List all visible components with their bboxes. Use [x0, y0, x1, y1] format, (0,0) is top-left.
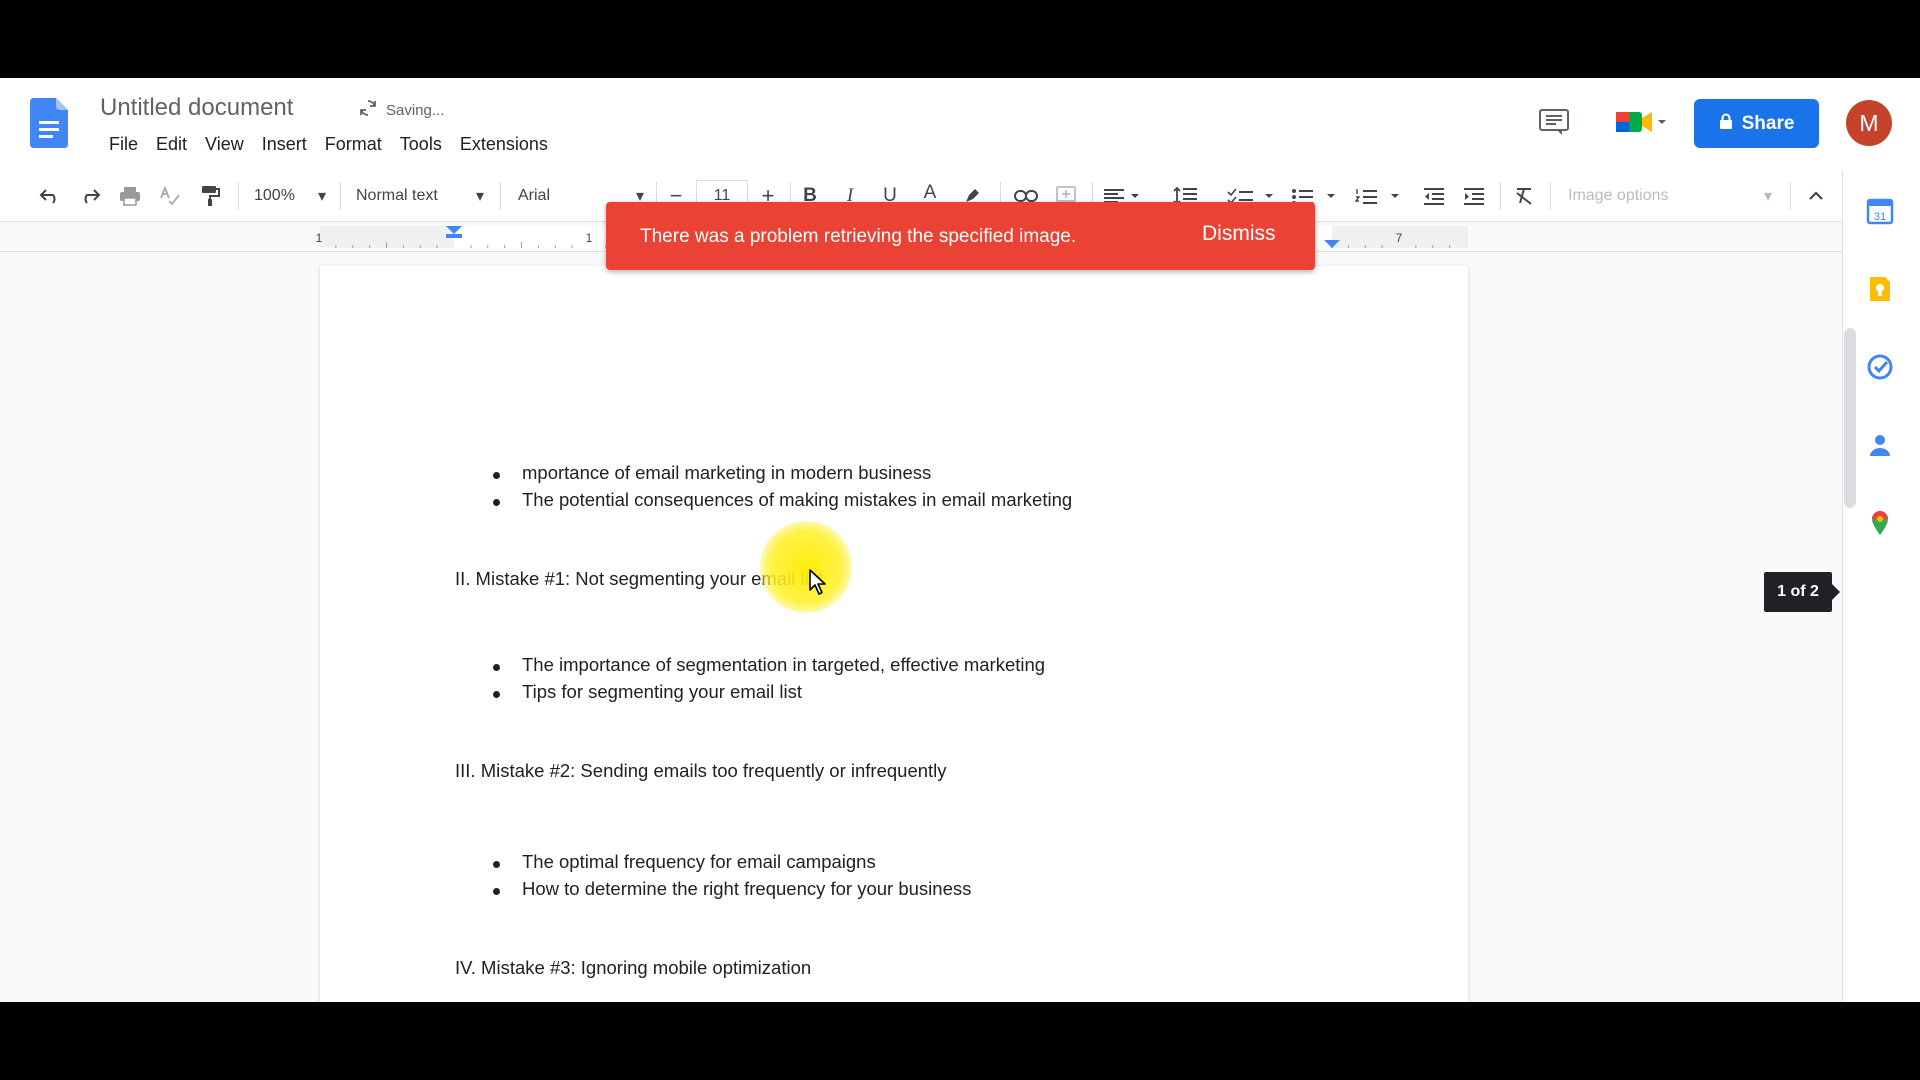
- collapse-menus-icon[interactable]: [1800, 170, 1832, 222]
- google-docs-window: Untitled document Saving... File Edit Vi…: [0, 78, 1920, 1002]
- cursor-highlight: [760, 521, 852, 613]
- share-button[interactable]: Share: [1694, 99, 1819, 148]
- toolbar-divider: [1790, 182, 1791, 210]
- undo-icon[interactable]: [34, 170, 66, 222]
- spellcheck-icon[interactable]: [154, 170, 186, 222]
- menu-view[interactable]: View: [196, 132, 253, 157]
- bullet-marker: [493, 888, 500, 895]
- mouse-pointer-icon: [808, 568, 828, 601]
- text-color-label: A: [923, 182, 937, 203]
- bullet-marker: [493, 664, 500, 671]
- redo-icon[interactable]: [74, 170, 106, 222]
- toolbar-divider: [500, 182, 501, 210]
- docs-logo-icon[interactable]: [30, 98, 68, 148]
- keep-icon[interactable]: [1865, 274, 1895, 304]
- sync-icon: [358, 98, 378, 122]
- list-item[interactable]: The optimal frequency for email campaign…: [522, 851, 876, 873]
- contacts-icon[interactable]: [1865, 430, 1895, 460]
- zoom-value: 100%: [254, 187, 295, 204]
- font-value: Arial: [518, 187, 551, 204]
- caret-down-icon: ▾: [1763, 188, 1772, 205]
- decrease-indent-icon[interactable]: [1418, 170, 1450, 222]
- screen: Untitled document Saving... File Edit Vi…: [0, 0, 1920, 1080]
- ruler-number: 7: [1396, 231, 1403, 245]
- section-heading[interactable]: III. Mistake #2: Sending emails too freq…: [455, 760, 947, 782]
- style-select[interactable]: Normal text ▾: [352, 170, 488, 222]
- maps-icon[interactable]: [1865, 508, 1895, 538]
- ruler-number: 1: [586, 231, 593, 245]
- menu-extensions[interactable]: Extensions: [451, 132, 557, 157]
- document-canvas: mportance of email marketing in modern b…: [20, 252, 1856, 1002]
- scrollbar-thumb[interactable]: [1844, 328, 1856, 508]
- meet-icon[interactable]: [1614, 106, 1668, 138]
- share-label: Share: [1741, 112, 1795, 134]
- toolbar-divider: [1550, 182, 1551, 210]
- style-value: Normal text: [356, 187, 438, 204]
- header: Untitled document Saving... File Edit Vi…: [0, 78, 1920, 170]
- zoom-select[interactable]: 100% ▾: [250, 170, 330, 222]
- calendar-icon[interactable]: 31: [1865, 196, 1895, 226]
- list-item[interactable]: The potential consequences of making mis…: [522, 489, 1072, 511]
- saving-label: Saving...: [386, 101, 445, 119]
- tasks-icon[interactable]: [1865, 352, 1895, 382]
- numbered-list-icon[interactable]: [1354, 170, 1406, 222]
- document-title[interactable]: Untitled document: [100, 94, 293, 122]
- clear-formatting-icon[interactable]: [1508, 170, 1540, 222]
- bullet-marker: [493, 499, 500, 506]
- toolbar-divider: [238, 182, 239, 210]
- ruler-number: 1: [316, 231, 323, 245]
- list-item[interactable]: The importance of segmentation in target…: [522, 654, 1045, 676]
- dismiss-button[interactable]: Dismiss: [1202, 222, 1276, 246]
- menu-file[interactable]: File: [100, 132, 147, 157]
- print-icon[interactable]: [114, 170, 146, 222]
- list-item[interactable]: Tips for segmenting your email list: [522, 681, 802, 703]
- saving-status: Saving...: [358, 98, 444, 122]
- document-page[interactable]: mportance of email marketing in modern b…: [320, 266, 1468, 1002]
- toolbar-divider: [340, 182, 341, 210]
- bullet-marker: [493, 861, 500, 868]
- list-item[interactable]: mportance of email marketing in modern b…: [522, 462, 931, 484]
- menu-tools[interactable]: Tools: [391, 132, 451, 157]
- error-toast: There was a problem retrieving the speci…: [606, 202, 1315, 270]
- bullet-marker: [493, 472, 500, 479]
- menu-insert[interactable]: Insert: [253, 132, 316, 157]
- svg-text:31: 31: [1874, 211, 1886, 223]
- toast-message: There was a problem retrieving the speci…: [640, 226, 1077, 247]
- menu-bar: File Edit View Insert Format Tools Exten…: [100, 132, 557, 157]
- image-options-label: Image options: [1568, 187, 1669, 204]
- image-options-button[interactable]: Image options ▾: [1560, 170, 1780, 222]
- toolbar-divider: [1500, 182, 1501, 210]
- menu-format[interactable]: Format: [316, 132, 391, 157]
- bullet-marker: [493, 691, 500, 698]
- menu-edit[interactable]: Edit: [147, 132, 196, 157]
- caret-down-icon: ▾: [475, 188, 484, 205]
- comment-history-icon[interactable]: [1538, 108, 1570, 136]
- account-avatar[interactable]: M: [1846, 100, 1892, 146]
- first-line-indent-marker[interactable]: [446, 234, 462, 238]
- caret-down-icon: ▾: [317, 188, 326, 205]
- list-item[interactable]: How to determine the right frequency for…: [522, 878, 971, 900]
- increase-indent-icon[interactable]: [1458, 170, 1490, 222]
- lock-icon: [1719, 113, 1733, 135]
- section-heading[interactable]: IV. Mistake #3: Ignoring mobile optimiza…: [455, 957, 811, 979]
- page-indicator: 1 of 2: [1764, 572, 1840, 612]
- paint-format-icon[interactable]: [194, 170, 226, 222]
